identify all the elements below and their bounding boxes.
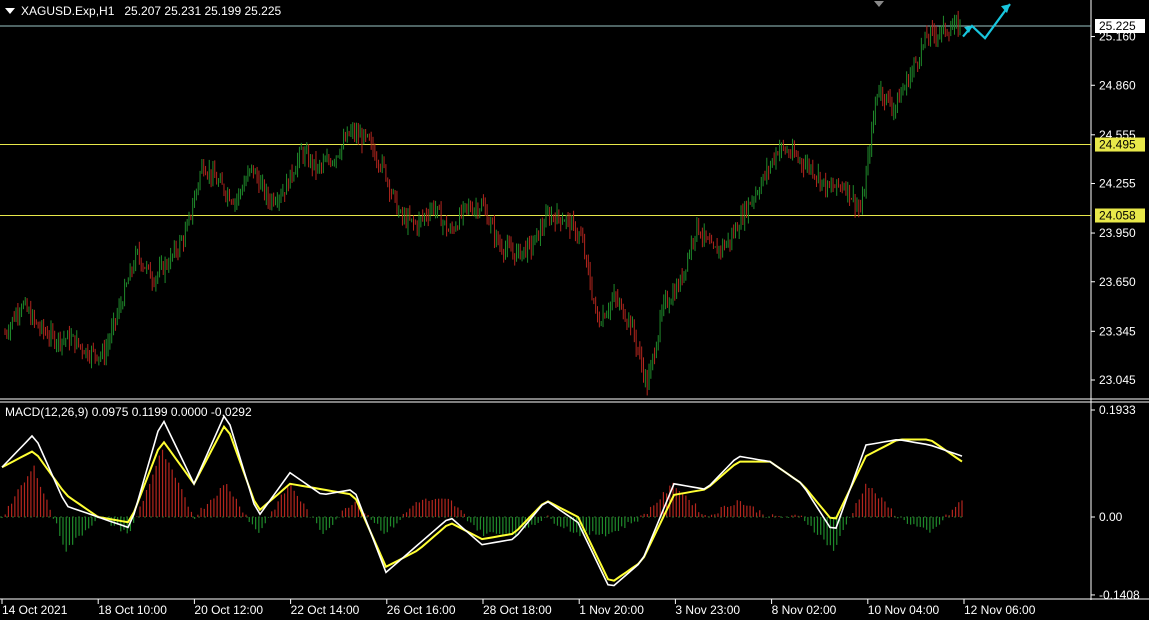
time-tick-label: 18 Oct 10:00 <box>98 603 167 617</box>
macd-tick-label: -0.1408 <box>1099 588 1140 602</box>
price-tick-label: 23.045 <box>1099 373 1136 387</box>
time-tick-label: 12 Nov 06:00 <box>964 603 1036 617</box>
chart-canvas[interactable]: 25.16024.86024.55524.25523.95023.65023.3… <box>0 0 1149 620</box>
time-tick-label: 20 Oct 12:00 <box>194 603 263 617</box>
price-tick-label: 24.255 <box>1099 177 1136 191</box>
price-tick-label: 23.345 <box>1099 324 1136 338</box>
chart-shift-marker-icon[interactable] <box>874 1 884 7</box>
macd-tick-label: 0.1933 <box>1099 403 1136 417</box>
price-tick-label: 23.950 <box>1099 226 1136 240</box>
macd-tick-label: 0.00 <box>1099 510 1123 524</box>
time-tick-label: 10 Nov 04:00 <box>868 603 940 617</box>
current-price-badge-label: 25.225 <box>1099 19 1136 33</box>
time-tick-label: 14 Oct 2021 <box>2 603 68 617</box>
support-badge-label: 24.058 <box>1099 209 1136 223</box>
resistance-badge-label: 24.495 <box>1099 138 1136 152</box>
forecast-arrow[interactable] <box>962 3 1011 40</box>
time-tick-label: 26 Oct 16:00 <box>387 603 456 617</box>
price-tick-label: 23.650 <box>1099 275 1136 289</box>
time-tick-label: 1 Nov 20:00 <box>579 603 644 617</box>
price-tick-label: 24.860 <box>1099 78 1136 92</box>
time-tick-label: 3 Nov 23:00 <box>675 603 740 617</box>
time-tick-label: 22 Oct 14:00 <box>291 603 360 617</box>
time-tick-label: 8 Nov 02:00 <box>772 603 837 617</box>
time-tick-label: 28 Oct 18:00 <box>483 603 552 617</box>
